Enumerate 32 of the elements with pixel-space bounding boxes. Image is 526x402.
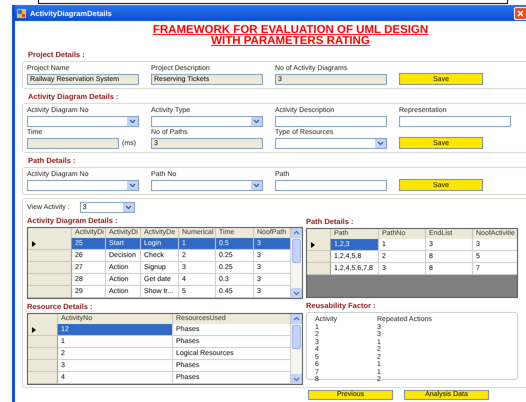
dropdown-arrow-icon[interactable]: [127, 117, 138, 126]
scroll-down-icon[interactable]: [291, 288, 302, 298]
dropdown-field[interactable]: [27, 116, 139, 127]
current-row-icon: [311, 242, 315, 248]
page-heading: FRAMEWORK FOR EVALUATION OF UML DESIGN WITH PARAMETERS RATING: [152, 25, 428, 47]
row-header[interactable]: [307, 239, 331, 251]
close-button[interactable]: [514, 6, 526, 20]
dropdown-field[interactable]: [275, 138, 387, 149]
dropdown-arrow-icon[interactable]: [251, 181, 262, 190]
input-field[interactable]: [275, 116, 387, 127]
current-row-icon: [32, 240, 36, 246]
scroll-up-icon[interactable]: [291, 314, 302, 324]
input-field[interactable]: [275, 180, 387, 191]
dropdown-arrow-icon[interactable]: [122, 203, 134, 212]
dropdown-arrow-icon[interactable]: [251, 117, 262, 126]
scroll-down-icon[interactable]: [291, 374, 302, 384]
dropdown-field[interactable]: [151, 180, 263, 191]
row-header[interactable]: [28, 238, 72, 250]
input-field[interactable]: [399, 116, 511, 127]
dropdown-arrow-icon[interactable]: [127, 181, 138, 190]
close-icon: [517, 10, 524, 16]
scrollbar[interactable]: [291, 314, 302, 384]
scroll-thumb[interactable]: [292, 239, 301, 263]
app-icon: [17, 8, 26, 18]
scrollbar[interactable]: [291, 228, 302, 298]
dropdown-arrow-icon[interactable]: [375, 139, 386, 148]
scroll-thumb[interactable]: [292, 325, 301, 349]
scroll-up-icon[interactable]: [291, 228, 302, 238]
current-row-icon: [32, 326, 36, 332]
dropdown-field[interactable]: [27, 180, 139, 191]
dropdown-field[interactable]: [151, 116, 263, 127]
row-header[interactable]: [28, 324, 58, 336]
